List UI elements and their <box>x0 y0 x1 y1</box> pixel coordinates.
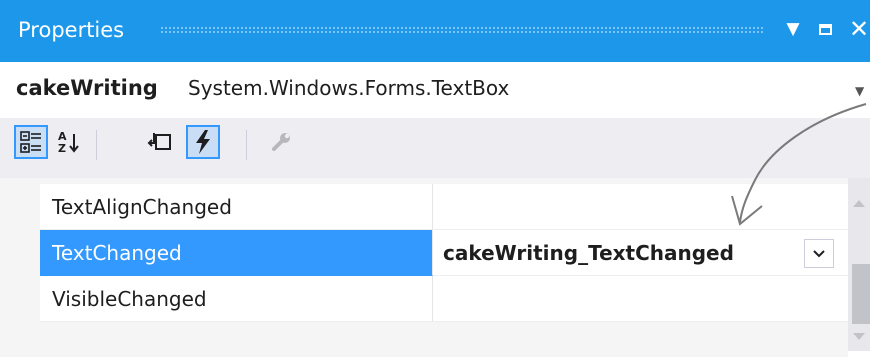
event-name-cell[interactable]: VisibleChanged <box>40 276 433 322</box>
toolbar-separator <box>246 130 247 160</box>
property-pages-button <box>264 125 298 159</box>
row-gutter <box>0 230 40 276</box>
vertical-scrollbar[interactable] <box>848 178 870 351</box>
row-gutter <box>0 184 40 230</box>
event-name-cell[interactable]: TextAlignChanged <box>40 184 433 230</box>
property-grid: TextAlignChanged TextChanged cakeWriting… <box>0 178 870 357</box>
handler-dropdown-button[interactable] <box>804 239 834 268</box>
categorized-icon <box>20 131 41 153</box>
event-handler-cell[interactable] <box>433 184 848 230</box>
dropdown-pin-icon[interactable]: ▼ <box>780 14 806 44</box>
event-handler-value: cakeWriting_TextChanged <box>443 241 734 265</box>
toolbar-separator <box>96 130 97 160</box>
grid-row[interactable]: TextAlignChanged <box>0 184 848 230</box>
properties-icon <box>147 133 171 150</box>
properties-button[interactable] <box>143 125 177 159</box>
object-selector[interactable]: cakeWriting System.Windows.Forms.TextBox… <box>0 62 870 118</box>
close-icon[interactable]: ✕ <box>846 14 870 44</box>
event-handler-cell[interactable] <box>433 276 848 322</box>
chevron-down-icon <box>813 249 825 257</box>
maximize-icon[interactable] <box>812 14 838 44</box>
event-name-cell[interactable]: TextChanged <box>40 230 433 276</box>
scroll-thumb[interactable] <box>852 264 870 324</box>
grid-empty-area <box>0 322 848 357</box>
properties-toolbar: A Z <box>0 118 870 178</box>
event-handler-cell[interactable]: cakeWriting_TextChanged <box>433 230 848 276</box>
events-button[interactable] <box>186 125 220 159</box>
chevron-down-icon[interactable]: ▼ <box>855 84 869 98</box>
grid-row[interactable]: VisibleChanged <box>0 276 848 322</box>
alphabetical-icon: A Z <box>58 130 79 155</box>
property-pages-wrench-icon <box>272 133 290 151</box>
categorized-button[interactable] <box>14 125 48 159</box>
row-gutter <box>0 276 40 322</box>
scroll-down-icon[interactable] <box>848 323 870 351</box>
grid-row-selected[interactable]: TextChanged cakeWriting_TextChanged <box>0 230 848 276</box>
properties-title-bar[interactable]: Properties ▼ ✕ <box>0 0 870 62</box>
scroll-up-icon[interactable] <box>848 188 870 218</box>
title-grip-pattern <box>160 26 765 35</box>
events-lightning-icon <box>196 130 210 154</box>
object-name: cakeWriting <box>16 76 158 100</box>
alphabetical-button[interactable]: A Z <box>52 125 86 159</box>
object-type: System.Windows.Forms.TextBox <box>188 76 510 100</box>
window-title: Properties <box>18 18 125 42</box>
svg-text:Z: Z <box>58 142 66 155</box>
